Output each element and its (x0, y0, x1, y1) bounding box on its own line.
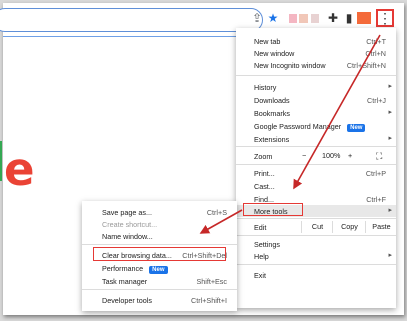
annotation-arrows (199, 34, 381, 234)
arrow-to-more-tools (293, 34, 381, 190)
arrow-to-submenu (199, 209, 243, 234)
browser-window: ⇪ ★ ✚ ▮ ⋮ e New tab Ctrl+T New window Ct… (0, 3, 404, 315)
logo-fragment (0, 141, 2, 181)
